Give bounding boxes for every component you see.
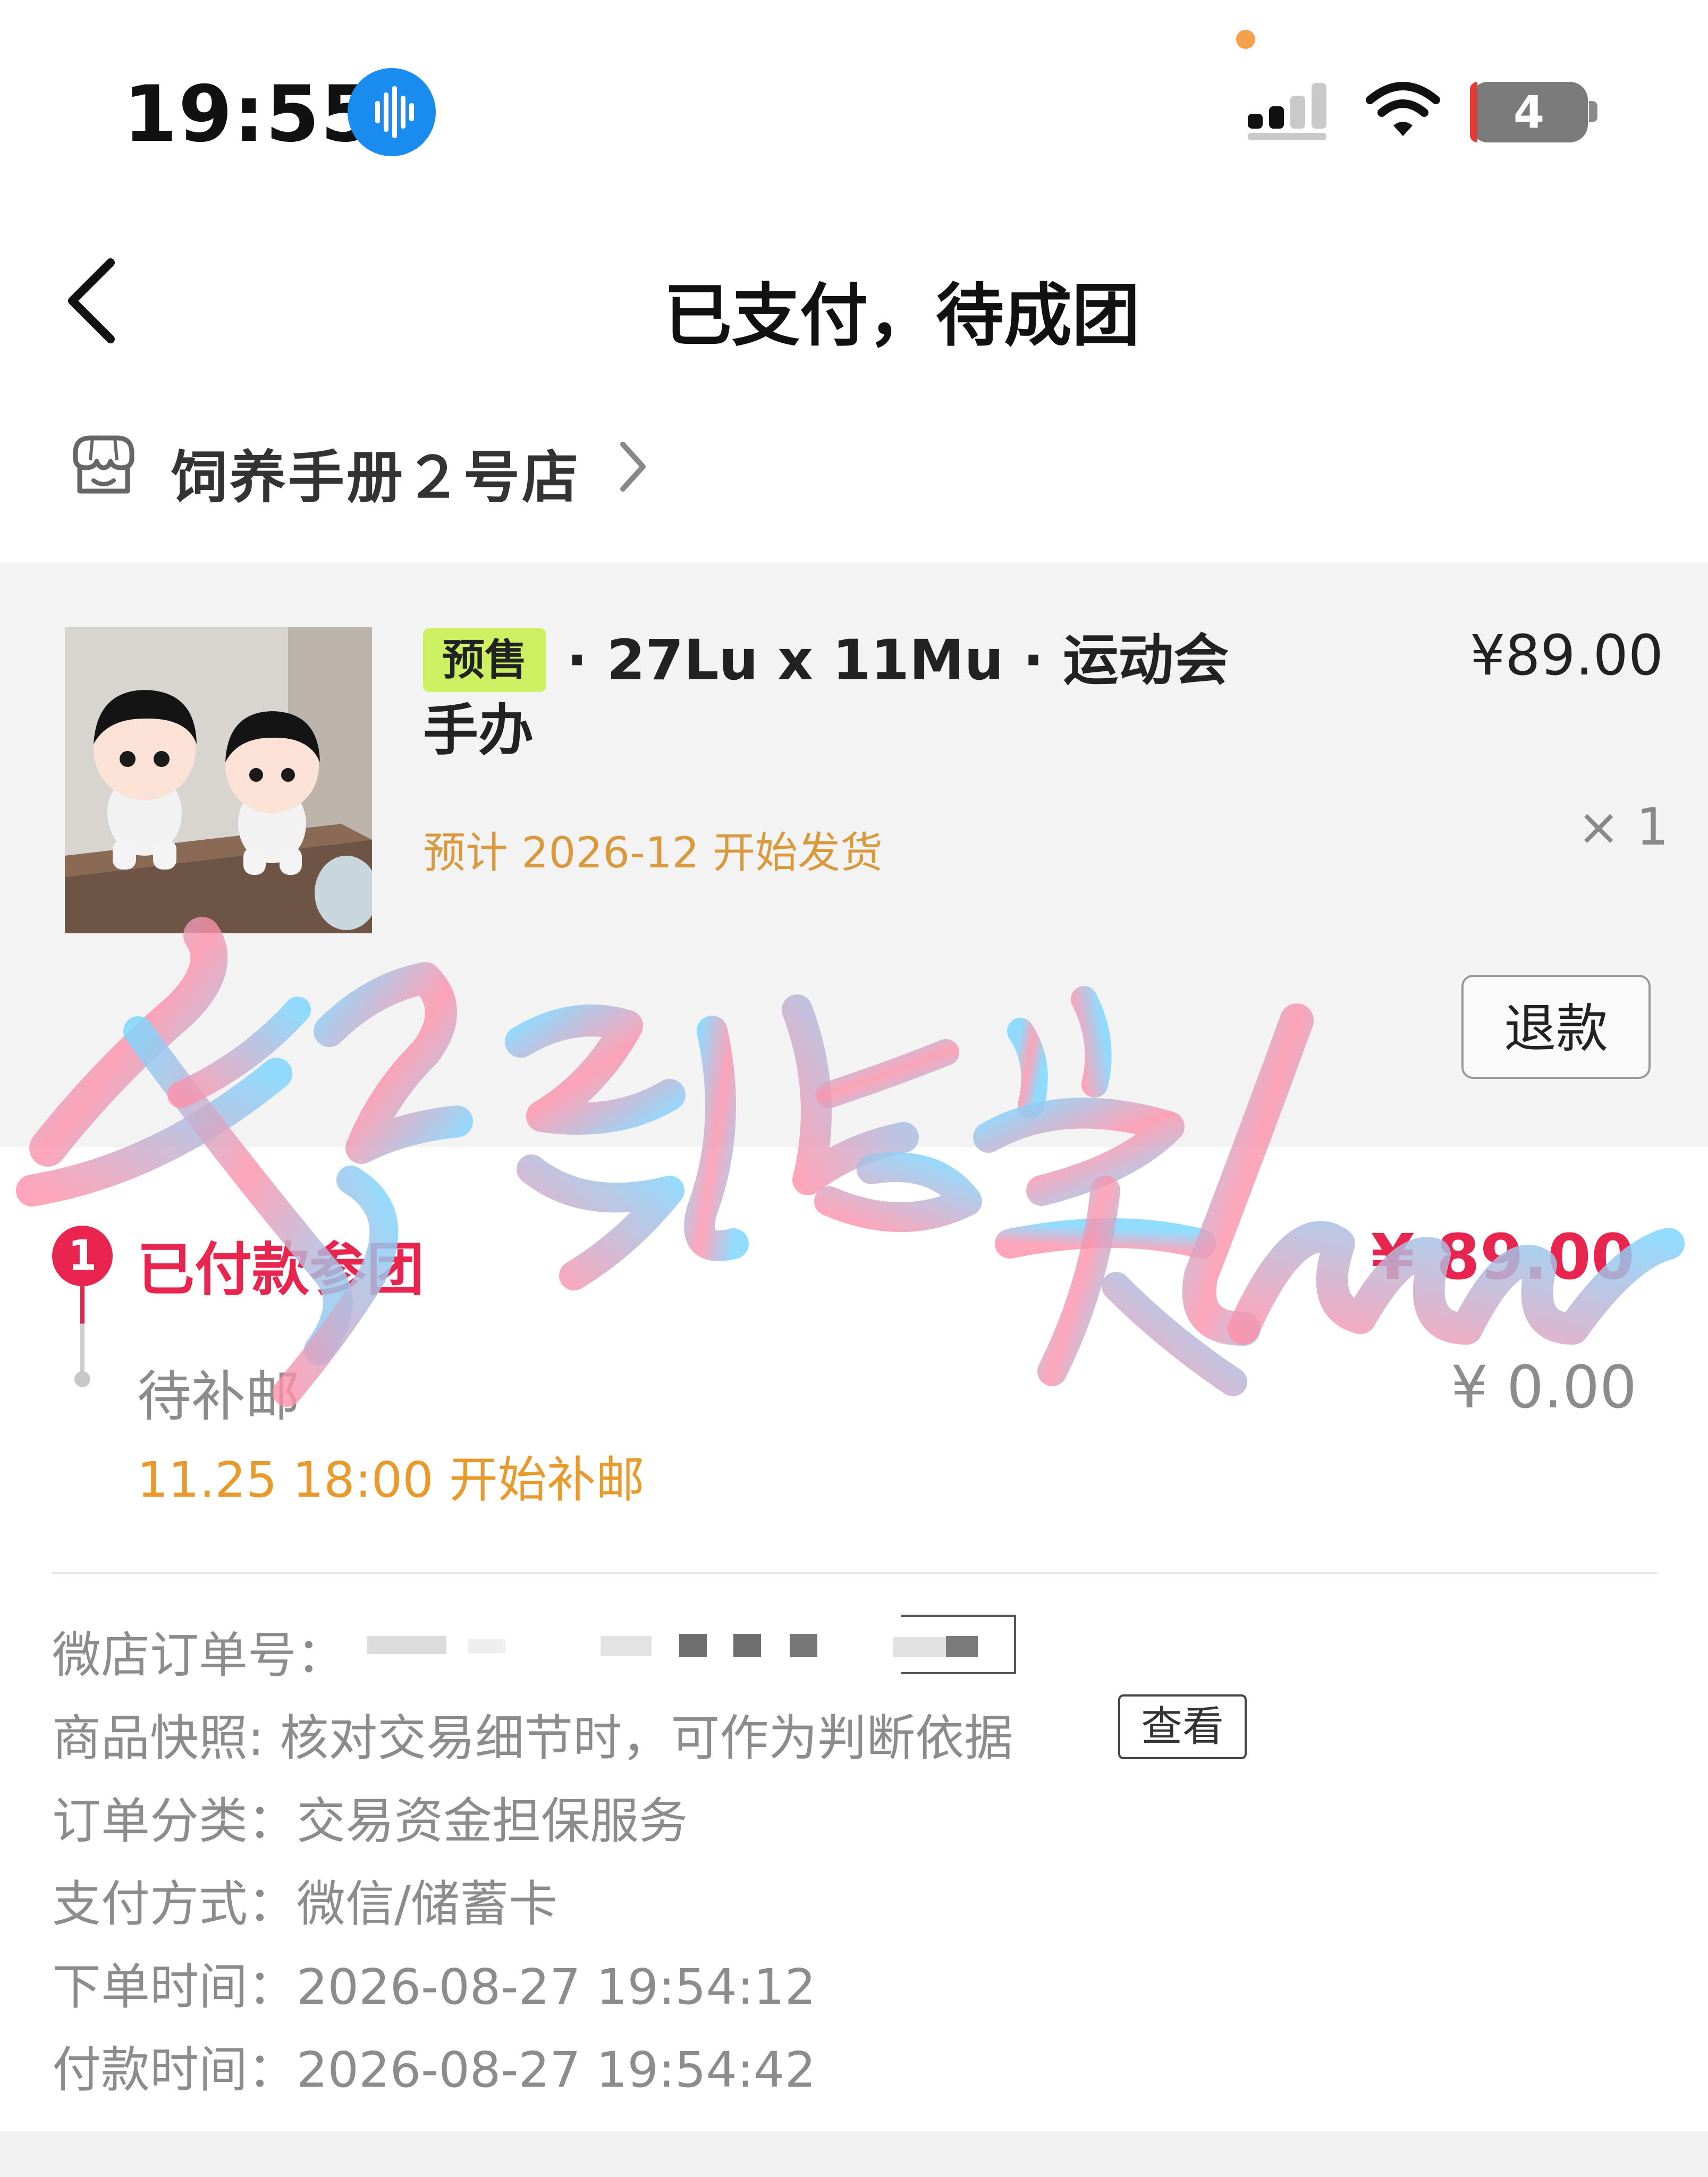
product-thumbnail[interactable] xyxy=(65,627,372,933)
payment-method-value: 微信/储蓄卡 xyxy=(297,1876,558,1933)
payment-method-row: 支付方式：微信/储蓄卡 xyxy=(52,1864,557,1935)
step-2-dot xyxy=(74,1371,90,1387)
chevron-right-icon[interactable] xyxy=(616,439,648,494)
product-quantity: × 1 xyxy=(1577,797,1669,857)
order-number-row: 微店订单号： xyxy=(52,1616,345,1686)
presale-tag: 预售 xyxy=(423,628,546,692)
view-snapshot-button[interactable]: 查看 xyxy=(1118,1694,1247,1759)
category-row: 订单分类：交易资金担保服务 xyxy=(52,1782,688,1852)
order-time-value: 2026-08-27 19:54:12 xyxy=(297,1959,816,2015)
pay-time-label: 付款时间： xyxy=(52,2041,297,2098)
step-1-amount: ¥ 89.00 xyxy=(1371,1220,1635,1294)
step-1-label: 已付款参团 xyxy=(137,1237,425,1303)
order-time-label: 下单时间： xyxy=(52,1959,297,2015)
battery-level: 4 xyxy=(1513,86,1545,138)
pay-time-row: 付款时间：2026-08-27 19:54:42 xyxy=(52,2030,816,2101)
divider xyxy=(52,1572,1657,1574)
shipping-estimate: 预计 2026-12 开始发货 xyxy=(423,828,883,877)
step-1-badge: 1 xyxy=(52,1226,113,1286)
product-price: ¥89.00 xyxy=(1470,623,1663,688)
order-number-label: 微店订单号： xyxy=(52,1627,346,1684)
battery-tip xyxy=(1589,101,1597,122)
snapshot-label: 商品快照: 核对交易细节时，可作为判断依据 xyxy=(52,1710,1013,1767)
voice-assistant-icon[interactable] xyxy=(348,68,436,156)
step-2-note: 11.25 18:00 开始补邮 xyxy=(137,1452,645,1508)
product-title[interactable]: · 27Lu x 11Mu · 运动会手办 xyxy=(423,625,1252,765)
wifi-icon xyxy=(1366,79,1440,140)
status-time: 19:55 xyxy=(123,69,376,159)
step-2-label: 待补邮 xyxy=(137,1365,300,1429)
page-title: 已支付，待成团 xyxy=(663,276,1140,356)
payment-method-label: 支付方式： xyxy=(52,1876,297,1933)
refund-button[interactable]: 退款 xyxy=(1461,975,1651,1079)
shop-name-link[interactable]: 饲养手册２号店 xyxy=(171,432,580,513)
storefront-icon[interactable] xyxy=(68,429,139,501)
battery-icon: 4 xyxy=(1470,82,1588,142)
step-connector-line xyxy=(80,1284,84,1372)
step-2-amount: ¥ 0.00 xyxy=(1451,1353,1637,1421)
order-number-redacted xyxy=(361,1613,1026,1676)
pay-time-value: 2026-08-27 19:54:42 xyxy=(297,2041,816,2098)
snapshot-row: 商品快照: 核对交易细节时，可作为判断依据 xyxy=(52,1699,1013,1769)
category-label: 订单分类： xyxy=(52,1793,297,1850)
privacy-indicator-dot xyxy=(1236,30,1255,49)
category-value: 交易资金担保服务 xyxy=(297,1793,688,1850)
signal-icon xyxy=(1246,80,1336,141)
bottom-band xyxy=(0,2131,1708,2177)
order-time-row: 下单时间：2026-08-27 19:54:12 xyxy=(52,1947,816,2018)
